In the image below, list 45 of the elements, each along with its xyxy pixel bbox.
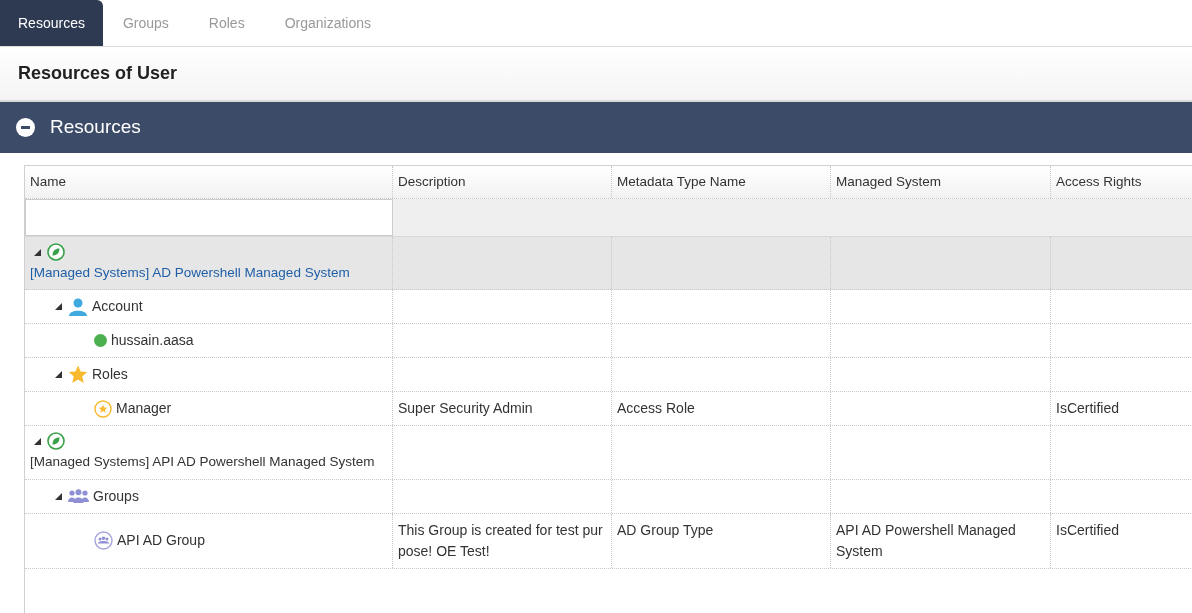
metadata-type-text: Access Role: [617, 400, 695, 417]
managed-system-text: API AD Powershell Managed System: [836, 521, 1016, 559]
table-row[interactable]: Manager Super Security Admin Access Role IsCertified: [25, 392, 1192, 427]
leaf-icon: [47, 432, 65, 451]
table-row[interactable]: API AD Group This Group is created for test purpose! OE Test! AD Group Type API AD Powershell Managed System IsCertified: [25, 513, 1192, 569]
page-title: Resources of User: [18, 62, 178, 85]
collapse-toggle-icon[interactable]: [55, 303, 62, 311]
tab[interactable]: Resources: [0, 0, 103, 46]
collapse-toggle-icon[interactable]: [34, 437, 41, 445]
column-header[interactable]: Access Rights: [1051, 166, 1192, 198]
access-rights-text: IsCertified: [1056, 521, 1120, 538]
column-header[interactable]: Name: [25, 166, 393, 198]
panel-title: Resources: [50, 115, 141, 140]
description-text: This Group is created for test purpose! OE Test!: [398, 521, 603, 559]
managed-system-link[interactable]: [Managed Systems] API AD Powershell Managed System: [30, 452, 375, 473]
managed-system-link[interactable]: [Managed Systems] AD Powershell Managed System: [30, 263, 350, 284]
tree-node-label: API AD Group: [117, 531, 205, 550]
star-icon: [68, 365, 88, 385]
people-icon: [68, 489, 89, 503]
leaf-icon: [47, 243, 65, 261]
column-header[interactable]: Metadata Type Name: [612, 166, 831, 198]
person-icon: [68, 297, 88, 316]
table-row[interactable]: [Managed Systems] API AD Powershell Managed System: [25, 426, 1192, 480]
tree-node-label: Roles: [92, 365, 128, 385]
table-row[interactable]: Roles: [25, 358, 1192, 393]
table-row[interactable]: Groups: [25, 479, 1192, 514]
table-row[interactable]: hussain.aasa: [25, 324, 1192, 359]
description-text: Super Security Admin: [398, 400, 533, 417]
access-rights-text: IsCertified: [1056, 400, 1120, 417]
collapse-icon[interactable]: [16, 118, 35, 137]
tree-node-label: Groups: [93, 486, 139, 506]
collapse-toggle-icon[interactable]: [55, 492, 62, 500]
tree-node-label: Manager: [116, 399, 172, 419]
collapse-toggle-icon[interactable]: [34, 248, 41, 256]
people-badge-icon: [94, 531, 113, 550]
table-row[interactable]: [Managed Systems] AD Powershell Managed System: [25, 237, 1192, 291]
collapse-toggle-icon[interactable]: [55, 371, 62, 379]
name-filter-field[interactable]: [25, 199, 393, 236]
table-row[interactable]: Account: [25, 290, 1192, 325]
tree-node-label: hussain.aasa: [111, 331, 194, 351]
metadata-type-text: AD Group Type: [617, 521, 714, 538]
tree-node-label: Account: [92, 297, 143, 317]
star-badge-icon: [94, 399, 112, 418]
column-header[interactable]: Description: [393, 166, 612, 198]
column-header[interactable]: Managed System: [831, 166, 1051, 198]
